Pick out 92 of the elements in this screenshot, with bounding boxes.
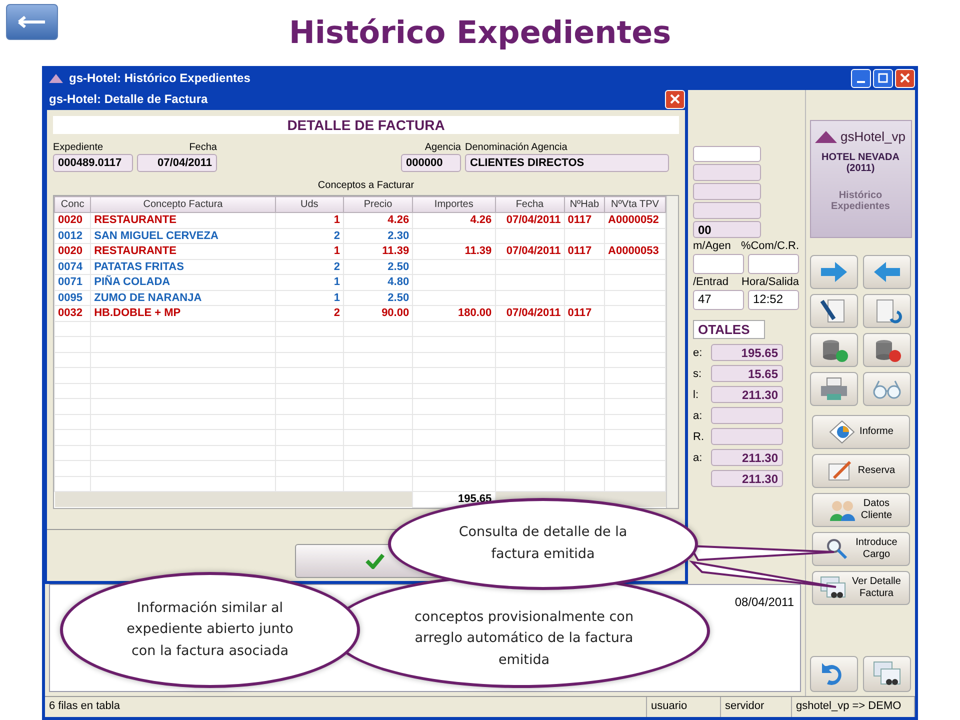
table-row[interactable]: 0032 HB.DOBLE + MP 2 90.00 180.00 07/04/2011 0117 bbox=[54, 306, 666, 321]
logo-icon bbox=[49, 73, 63, 83]
report-button[interactable]: Informe bbox=[812, 415, 910, 449]
dialog-heading: DETALLE DE FACTURA bbox=[53, 116, 679, 134]
field-label: Hora/Salida bbox=[742, 276, 799, 288]
column-header[interactable]: NºHab bbox=[564, 196, 605, 212]
back-button[interactable] bbox=[6, 4, 58, 40]
status-text: servidor bbox=[721, 697, 792, 717]
undo-button[interactable] bbox=[810, 656, 858, 692]
amount-field[interactable]: 211.30 bbox=[711, 470, 783, 487]
maximize-icon bbox=[878, 73, 888, 83]
printer-icon bbox=[818, 376, 850, 402]
amount-field[interactable] bbox=[711, 428, 783, 445]
maximize-button[interactable] bbox=[873, 68, 893, 88]
text-field[interactable] bbox=[748, 254, 799, 274]
text-field[interactable]: 00 bbox=[693, 221, 761, 238]
scrollbar[interactable] bbox=[666, 196, 678, 508]
slide-title: Histórico Expedientes bbox=[288, 15, 672, 51]
table-row[interactable]: 0020 RESTAURANTE 1 11.39 11.39 07/04/2011 0117 A0000053 bbox=[54, 244, 666, 259]
dialog-title: gs-Hotel: Detalle de Factura bbox=[49, 92, 208, 106]
close-button[interactable] bbox=[895, 68, 915, 88]
hotel-name: HOTEL NEVADA (2011) bbox=[822, 152, 900, 174]
amount-field[interactable]: 211.30 bbox=[711, 386, 783, 403]
field-label: l: bbox=[693, 388, 700, 400]
logo-icon bbox=[815, 130, 838, 142]
field-label: Fecha bbox=[188, 142, 217, 153]
text-field[interactable] bbox=[693, 202, 761, 219]
invoice-button[interactable] bbox=[863, 656, 911, 692]
time-field[interactable]: 12:52 bbox=[748, 290, 799, 310]
booking-button[interactable]: Reserva bbox=[812, 454, 910, 488]
text-field[interactable]: 000000 bbox=[401, 154, 461, 172]
column-header[interactable]: Conc bbox=[54, 196, 91, 212]
field-label: a: bbox=[693, 452, 704, 464]
column-header[interactable]: NºVta TPV bbox=[604, 196, 666, 212]
invoice-button[interactable]: Ver Detalle Factura bbox=[812, 571, 910, 605]
column-header[interactable]: Importes bbox=[412, 196, 496, 212]
table-row[interactable]: 0095 ZUMO DE NARANJA 1 2.50 bbox=[54, 290, 666, 306]
check-icon bbox=[365, 552, 385, 568]
column-header[interactable]: Precio bbox=[343, 196, 413, 212]
window-title: gs-Hotel: Histórico Expedientes bbox=[69, 71, 250, 85]
table-row[interactable]: 0074 PATATAS FRITAS 2 2.50 bbox=[54, 259, 666, 274]
client-button[interactable]: Datos Cliente bbox=[812, 493, 910, 527]
status-text: gshotel_vp => DEMO bbox=[792, 697, 915, 717]
totals-heading: OTALES bbox=[693, 320, 765, 339]
search-button[interactable]: Introduce Cargo bbox=[812, 532, 910, 566]
amount-field[interactable]: 211.30 bbox=[711, 449, 783, 466]
amount-field[interactable]: 15.65 bbox=[711, 365, 783, 382]
undo-doc-button[interactable] bbox=[863, 294, 911, 328]
db-remove-button[interactable] bbox=[863, 333, 911, 367]
field-label: Agencia bbox=[424, 142, 461, 153]
arrow-left-button[interactable] bbox=[863, 255, 911, 289]
close-icon bbox=[670, 94, 680, 104]
glasses-button[interactable] bbox=[863, 372, 911, 406]
close-button[interactable] bbox=[665, 90, 685, 108]
field-label: %Com/C.R. bbox=[740, 240, 799, 252]
module-name: Histórico Expedientes bbox=[831, 190, 890, 212]
amount-field[interactable] bbox=[711, 407, 783, 424]
status-text: usuario bbox=[647, 697, 721, 717]
table-row[interactable]: 0020 RESTAURANTE 1 4.26 4.26 07/04/2011 0117 A0000052 bbox=[54, 212, 666, 228]
column-header[interactable]: Concepto Factura bbox=[90, 196, 276, 212]
field-label: R. bbox=[693, 430, 705, 442]
text-field[interactable]: 07/04/2011 bbox=[137, 154, 217, 172]
arrow-right-button[interactable] bbox=[810, 255, 858, 289]
table-caption: Conceptos a Facturar bbox=[316, 180, 416, 191]
text-field[interactable] bbox=[693, 254, 744, 274]
text-field[interactable]: 000489.0117 bbox=[53, 154, 133, 172]
field-label: /Entrad bbox=[693, 276, 730, 288]
text-field[interactable] bbox=[693, 164, 761, 181]
table-row[interactable]: 0012 SAN MIGUEL CERVEZA 2 2.30 bbox=[54, 228, 666, 244]
edit-button[interactable] bbox=[810, 294, 858, 328]
field-label: Expediente bbox=[53, 142, 104, 153]
status-text: 6 filas en tabla bbox=[45, 697, 647, 717]
field-label: Denominación Agencia bbox=[465, 142, 568, 153]
column-header[interactable]: Uds bbox=[275, 196, 344, 212]
minimize-button[interactable] bbox=[851, 68, 871, 88]
field-label: e: bbox=[693, 346, 704, 358]
column-header[interactable]: Fecha bbox=[495, 196, 564, 212]
amount-field[interactable]: 195.65 bbox=[711, 344, 783, 361]
text-field[interactable] bbox=[693, 183, 761, 200]
printer-button[interactable] bbox=[810, 372, 858, 406]
field-label: a: bbox=[693, 410, 704, 422]
field-label: m/Agen bbox=[693, 240, 732, 252]
field-label: s: bbox=[693, 368, 703, 380]
time-field[interactable]: 47 bbox=[693, 290, 744, 310]
table-row[interactable]: 0071 PIÑA COLADA 1 4.80 bbox=[54, 274, 666, 290]
db-add-button[interactable] bbox=[810, 333, 858, 367]
brand-name: gsHotel_vp bbox=[840, 129, 906, 144]
text-field[interactable]: CLIENTES DIRECTOS bbox=[465, 154, 669, 172]
minimize-icon bbox=[857, 81, 865, 83]
text-field[interactable] bbox=[693, 146, 761, 162]
arrow-left-icon bbox=[17, 15, 47, 29]
close-icon bbox=[900, 73, 910, 83]
